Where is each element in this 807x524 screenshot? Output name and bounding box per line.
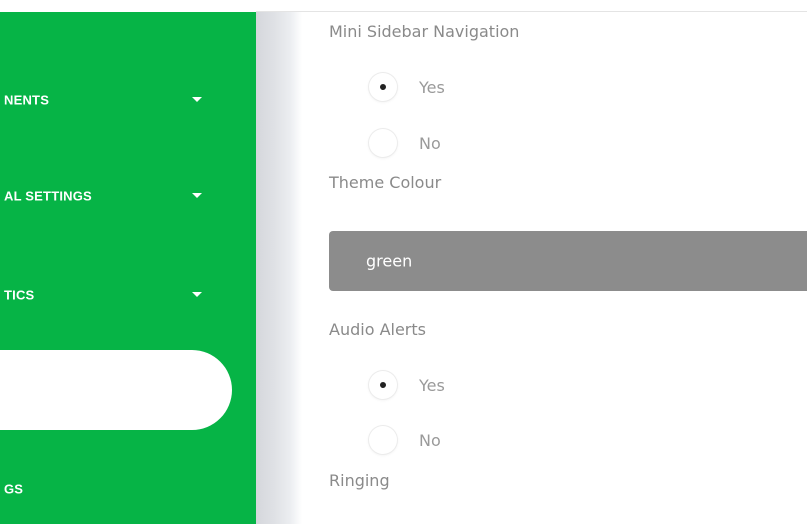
audio-alerts-label: Audio Alerts bbox=[329, 320, 426, 339]
sidebar-item-active[interactable] bbox=[0, 350, 232, 430]
radio-label: Yes bbox=[419, 376, 445, 395]
theme-colour-label: Theme Colour bbox=[329, 173, 442, 192]
caret-down-icon bbox=[192, 292, 202, 297]
sidebar-item-general-settings[interactable]: AL SETTINGS bbox=[0, 181, 256, 211]
panel-divider bbox=[256, 12, 302, 524]
ringing-label: Ringing bbox=[329, 471, 390, 490]
caret-down-icon bbox=[192, 193, 202, 198]
radio-label: No bbox=[419, 431, 441, 450]
theme-colour-select[interactable]: green bbox=[329, 231, 807, 291]
radio-unchecked-icon[interactable] bbox=[369, 426, 397, 454]
sidebar-item-label: TICS bbox=[4, 287, 35, 303]
sidebar-item-components[interactable]: NENTS bbox=[0, 85, 256, 115]
radio-checked-icon[interactable] bbox=[369, 73, 397, 101]
sidebar-item-settings[interactable]: GS bbox=[0, 474, 256, 504]
sidebar-item-statistics[interactable]: TICS bbox=[0, 280, 256, 310]
caret-down-icon bbox=[192, 97, 202, 102]
mini-sidebar-navigation-label: Mini Sidebar Navigation bbox=[329, 22, 520, 41]
radio-label: Yes bbox=[419, 78, 445, 97]
sidebar: NENTS AL SETTINGS TICS GS bbox=[0, 0, 256, 524]
sidebar-item-label: NENTS bbox=[4, 92, 50, 108]
radio-checked-icon[interactable] bbox=[369, 371, 397, 399]
top-bar bbox=[0, 0, 807, 12]
theme-colour-selected-value: green bbox=[366, 251, 413, 271]
sidebar-item-label: GS bbox=[4, 481, 24, 497]
radio-label: No bbox=[419, 134, 441, 153]
app-window: NENTS AL SETTINGS TICS GS Mini Sidebar N… bbox=[0, 0, 807, 524]
radio-unchecked-icon[interactable] bbox=[369, 129, 397, 157]
sidebar-item-label: AL SETTINGS bbox=[4, 188, 92, 204]
